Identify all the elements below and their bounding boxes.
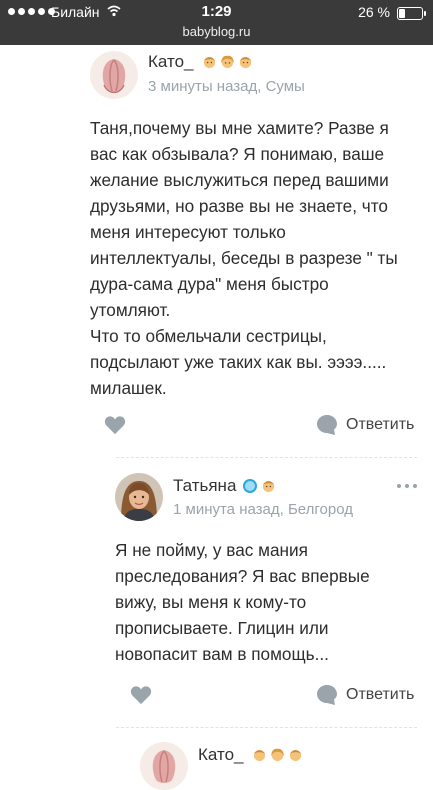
battery-icon <box>397 7 426 20</box>
speech-bubble-icon <box>317 415 337 435</box>
status-bar: Билайн 1:29 26 % <box>0 0 433 24</box>
avatar[interactable] <box>115 473 163 521</box>
address-bar[interactable]: babyblog.ru <box>0 24 433 39</box>
reply-button[interactable]: Ответить <box>316 684 414 706</box>
divider <box>116 457 417 459</box>
avatar[interactable] <box>140 742 188 790</box>
boy-child-icon <box>239 56 252 69</box>
avatar[interactable] <box>90 51 138 99</box>
heart-icon[interactable] <box>130 685 152 705</box>
reply-button[interactable]: Ответить <box>316 414 414 436</box>
boy-child-icon <box>289 749 302 762</box>
online-status-icon <box>243 479 257 493</box>
battery-percent: 26 % <box>358 4 390 20</box>
children-badges <box>252 747 303 762</box>
comment-author[interactable]: Като_ <box>148 52 194 72</box>
girl-child-icon <box>270 748 285 762</box>
boy-child-icon <box>262 480 275 493</box>
user-badges <box>242 478 276 494</box>
speech-bubble-icon <box>317 685 337 705</box>
comment-text: Таня,почему вы мне хамите? Разве я вас к… <box>90 118 398 398</box>
reply-label: Ответить <box>346 416 415 433</box>
comment-author[interactable]: Татьяна <box>173 476 236 496</box>
boy-child-icon <box>203 56 216 69</box>
children-badges <box>202 54 253 69</box>
browser-top-bar: Билайн 1:29 26 % babyblog.ru <box>0 0 433 45</box>
heart-icon[interactable] <box>104 415 126 435</box>
divider <box>116 727 417 729</box>
boy-child-icon <box>253 749 266 762</box>
reply-label: Ответить <box>346 686 415 703</box>
comment-meta: 1 минута назад, Белгород <box>173 501 353 518</box>
more-dots-icon[interactable] <box>397 484 417 488</box>
comment-meta: 3 минуты назад, Сумы <box>148 78 305 95</box>
comment-text: Я не пойму, у вас мания преследования? Я… <box>115 540 370 664</box>
comment-author[interactable]: Като_ <box>198 745 244 765</box>
girl-child-icon <box>220 55 235 69</box>
